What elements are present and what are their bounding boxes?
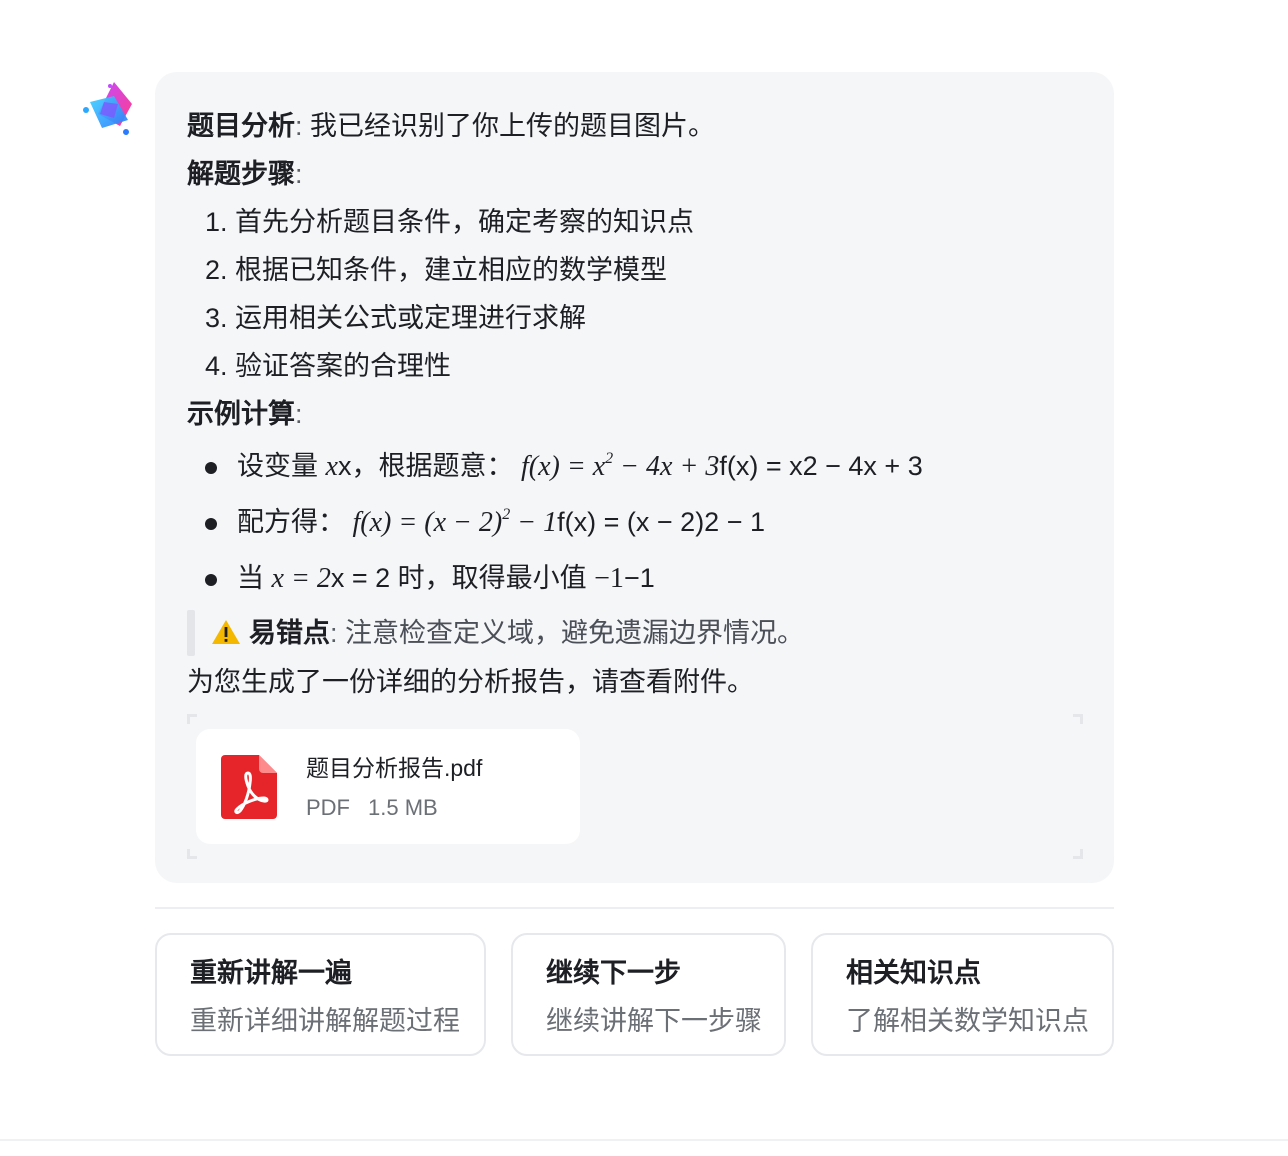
plain-min: −1 <box>623 563 655 593</box>
bullet-prefix: 设变量 <box>237 451 326 481</box>
step-item: 1. 首先分析题目条件，确定考察的知识点 <box>205 207 695 237</box>
warning-icon <box>212 620 240 644</box>
action-card-reexplain[interactable]: 重新讲解一遍 重新详细讲解解题过程 <box>155 933 486 1056</box>
bullet-dot <box>205 574 217 586</box>
warning-text: 注意检查定义域，避免遗漏边界情况。 <box>345 618 805 648</box>
action-card-next-step[interactable]: 继续下一步 继续讲解下一步骤 <box>511 933 786 1056</box>
warning-label: 易错点 <box>249 618 330 648</box>
steps-heading: 解题步骤: <box>187 150 1082 198</box>
action-subtitle: 继续讲解下一步骤 <box>546 1006 762 1036</box>
plain-x: x = 2 时，取得最小值 <box>330 563 595 593</box>
step-item: 2. 根据已知条件，建立相应的数学模型 <box>205 255 668 285</box>
colon: : <box>295 159 303 189</box>
plain-var: x，根据题意： <box>337 451 514 481</box>
file-size: 1.5 MB <box>368 795 438 820</box>
action-title: 相关知识点 <box>846 958 981 988</box>
file-name: 题目分析报告.pdf <box>306 755 483 781</box>
divider <box>155 907 1114 909</box>
plain-expression: f(x) = x2 − 4x + 3 <box>719 451 923 481</box>
frame-corner <box>187 849 197 859</box>
bullet-dot <box>205 518 217 530</box>
plain-expression: f(x) = (x − 2)2 − 1 <box>557 507 765 537</box>
bullet-item: 配方得： f(x) = (x − 2)2 − 1f(x) = (x − 2)2 … <box>187 494 1082 550</box>
math-min: −1 <box>594 563 624 594</box>
analysis-label: 题目分析 <box>187 111 295 141</box>
bullet-item: 当 x = 2x = 2 时，取得最小值 −1−1 <box>187 550 1082 606</box>
math-x: x = 2 <box>271 563 331 594</box>
report-line: 为您生成了一份详细的分析报告，请查看附件。 <box>187 667 754 697</box>
step-item: 4. 验证答案的合理性 <box>205 351 452 381</box>
math-var: x <box>325 451 338 482</box>
frame-corner <box>187 714 197 724</box>
math-expression: f(x) = (x − 2)2 − 1 <box>352 506 558 539</box>
action-title: 重新讲解一遍 <box>190 958 352 988</box>
math-expression: f(x) = x2 − 4x + 3 <box>520 450 720 483</box>
attachment-area: 题目分析报告.pdf PDF 1.5 MB <box>187 714 1083 859</box>
frame-corner <box>1073 849 1083 859</box>
file-type: PDF <box>306 795 350 820</box>
action-subtitle: 重新详细讲解解题过程 <box>190 1006 460 1036</box>
colon: : <box>330 618 338 648</box>
analysis-line: 题目分析: 我已经识别了你上传的题目图片。 <box>187 102 1082 150</box>
bullet-item: 设变量 xx，根据题意： f(x) = x2 − 4x + 3f(x) = x2… <box>187 438 1082 494</box>
bullet-dot <box>205 462 217 474</box>
colon: : <box>295 111 303 141</box>
pdf-icon <box>221 755 277 819</box>
example-heading: 示例计算: <box>187 390 1082 438</box>
action-card-related-knowledge[interactable]: 相关知识点 了解相关数学知识点 <box>811 933 1114 1056</box>
assistant-logo-icon <box>83 82 132 135</box>
example-label: 示例计算 <box>187 399 295 429</box>
action-title: 继续下一步 <box>546 958 681 988</box>
assistant-message-bubble: 题目分析: 我已经识别了你上传的题目图片。 解题步骤: 1. 首先分析题目条件，… <box>155 72 1114 883</box>
steps-label: 解题步骤 <box>187 159 295 189</box>
frame-corner <box>1073 714 1083 724</box>
file-meta: PDF 1.5 MB <box>306 795 438 821</box>
chat-page: 题目分析: 我已经识别了你上传的题目图片。 解题步骤: 1. 首先分析题目条件，… <box>0 0 1288 1156</box>
colon: : <box>295 399 303 429</box>
action-subtitle: 了解相关数学知识点 <box>846 1006 1089 1036</box>
warning-blockquote: 易错点: 注意检查定义域，避免遗漏边界情况。 <box>187 608 1082 658</box>
bullet-prefix: 配方得： <box>237 507 345 537</box>
step-item: 3. 运用相关公式或定理进行求解 <box>205 303 587 333</box>
pdf-attachment-card[interactable]: 题目分析报告.pdf PDF 1.5 MB <box>196 729 580 844</box>
analysis-text: 我已经识别了你上传的题目图片。 <box>310 111 716 141</box>
bottom-divider <box>0 1139 1288 1141</box>
quote-bar <box>187 610 195 656</box>
bullet-prefix: 当 <box>237 563 272 593</box>
